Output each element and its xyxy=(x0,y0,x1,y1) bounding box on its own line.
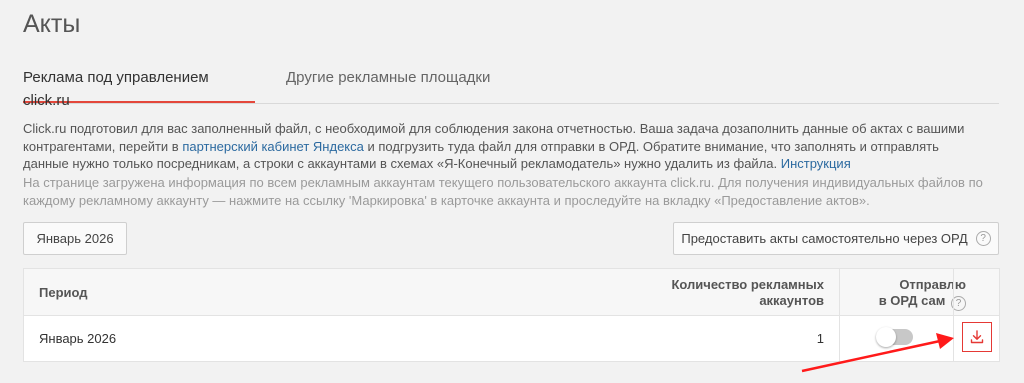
page-title: Акты xyxy=(23,10,81,38)
tab-clickru-managed[interactable]: Реклама под управлением click.ru xyxy=(23,66,255,109)
month-select-button[interactable]: Январь 2026 xyxy=(23,222,127,255)
header-count-line2: аккаунтов xyxy=(759,293,824,308)
instruction-link[interactable]: Инструкция xyxy=(781,156,851,171)
header-ord-line2-text: в ОРД сам xyxy=(878,293,946,308)
help-circle-icon[interactable]: ? xyxy=(975,231,991,246)
description-text: Click.ru подготовил для вас заполненный … xyxy=(23,120,988,173)
table-header: Период Количество рекламных аккаунтов От… xyxy=(24,269,999,316)
header-period: Период xyxy=(39,285,88,300)
header-ord-line2: в ОРД сам ? xyxy=(856,293,966,311)
header-count-line1: Количество рекламных xyxy=(671,277,824,292)
tabs-bar: Реклама под управлением click.ru Другие … xyxy=(23,66,999,109)
header-ord-line1: Отправлю xyxy=(899,277,966,292)
tab-other-platforms[interactable]: Другие рекламные площадки xyxy=(286,66,490,102)
info-note: На странице загружена информация по всем… xyxy=(23,175,983,208)
annotation-arrow xyxy=(801,333,954,373)
provide-acts-ord-label: Предоставить акты самостоятельно через О… xyxy=(681,231,968,246)
row-period: Январь 2026 xyxy=(39,331,117,346)
header-send-ord-self: Отправлю в ОРД сам ? xyxy=(856,277,966,311)
provide-acts-ord-button[interactable]: Предоставить акты самостоятельно через О… xyxy=(673,222,999,255)
yandex-partner-link[interactable]: партнерский кабинет Яндекса xyxy=(182,139,364,154)
header-accounts-count: Количество рекламных аккаунтов xyxy=(664,277,824,309)
download-icon xyxy=(970,330,984,344)
